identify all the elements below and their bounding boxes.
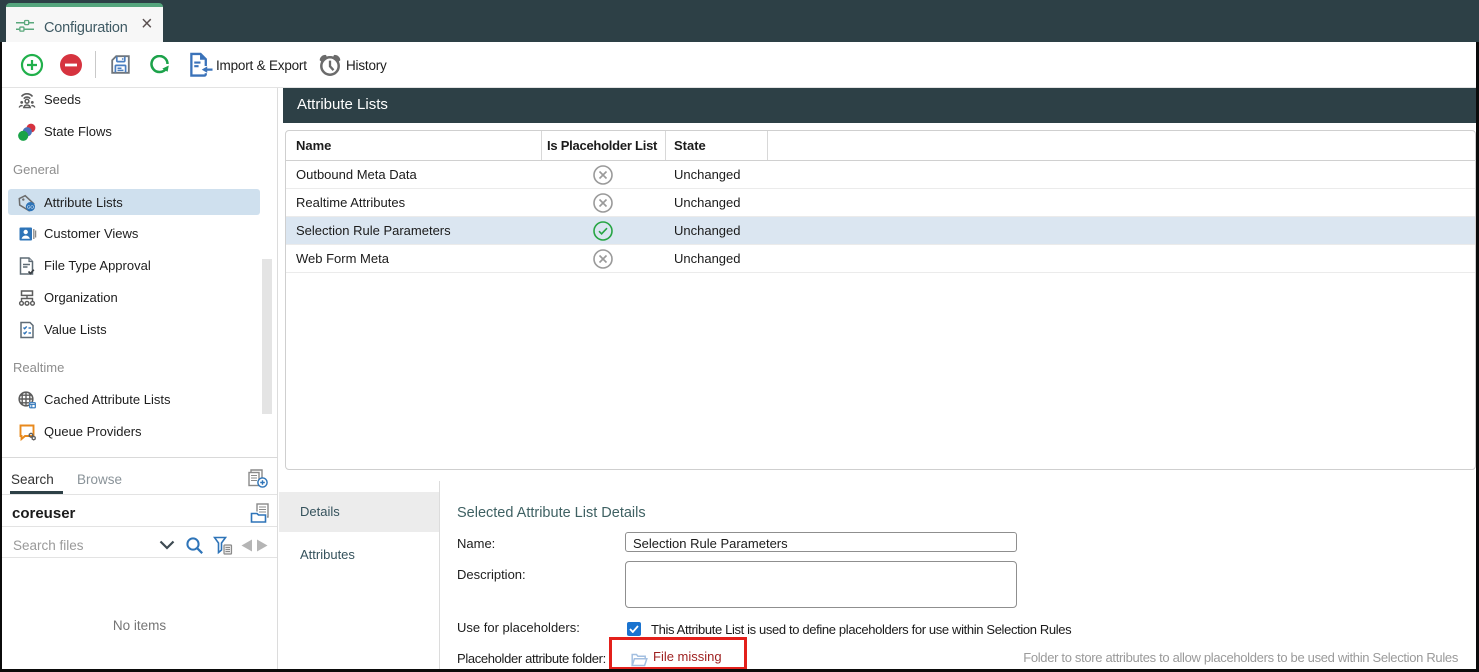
svg-text:GO: GO xyxy=(27,204,35,209)
